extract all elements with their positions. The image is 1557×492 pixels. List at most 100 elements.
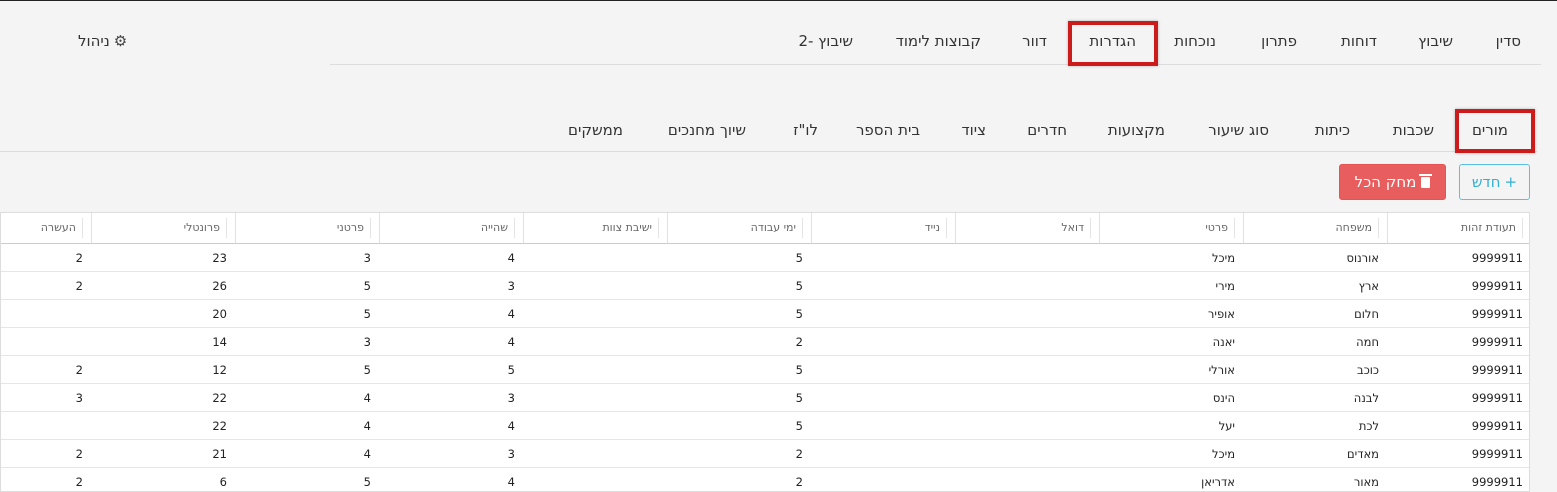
table-row[interactable]: 9999911 ארץ מירי 5 3 5 26 2 bbox=[1, 272, 1529, 300]
cell-individual: 5 bbox=[363, 475, 371, 489]
subnav-classes[interactable]: כיתות bbox=[1315, 121, 1350, 139]
cell-firstname: אדריאן bbox=[1201, 475, 1235, 489]
cell-workdays: 5 bbox=[795, 419, 803, 433]
plus-icon: + bbox=[1504, 173, 1518, 191]
col-header-enrichment[interactable]: העשרה bbox=[1, 213, 91, 243]
subnav-grades[interactable]: שכבות bbox=[1393, 121, 1434, 139]
cell-enrichment: 2 bbox=[75, 475, 83, 489]
new-button[interactable]: + חדש bbox=[1459, 164, 1530, 200]
col-header-firstname[interactable]: פרטי bbox=[1099, 213, 1243, 243]
cell-stay: 3 bbox=[507, 447, 515, 461]
cell-mobile bbox=[811, 440, 955, 467]
cell-individual: 5 bbox=[363, 363, 371, 377]
cell-mobile bbox=[811, 328, 955, 355]
cell-email bbox=[955, 244, 1099, 271]
cell-frontal: 22 bbox=[212, 419, 227, 433]
table-row[interactable]: 9999911 אורנוס מיכל 5 4 3 23 2 bbox=[1, 244, 1529, 272]
cell-firstname: מיכל bbox=[1212, 251, 1235, 265]
nav-item-mail[interactable]: דוור bbox=[1022, 32, 1047, 50]
cell-lastname: לכת bbox=[1358, 419, 1379, 433]
col-header-frontal[interactable]: פרונטלי bbox=[91, 213, 235, 243]
subnav-subjects[interactable]: מקצועות bbox=[1108, 121, 1165, 139]
cell-workdays: 5 bbox=[795, 391, 803, 405]
table-row[interactable]: 9999911 חלום אופיר 5 4 5 20 bbox=[1, 300, 1529, 328]
table-header: תעודת זהות משפחה פרטי דואל נייד ימי עבוד… bbox=[1, 213, 1529, 244]
cell-id: 9999911 bbox=[1471, 447, 1523, 461]
nav-item-reports[interactable]: דוחות bbox=[1341, 32, 1377, 50]
col-header-stay[interactable]: שהייה bbox=[379, 213, 523, 243]
cell-stay: 5 bbox=[507, 363, 515, 377]
table-row[interactable]: 9999911 מאדים מיכל 2 3 4 21 2 bbox=[1, 440, 1529, 468]
subnav-lesson-type[interactable]: סוג שיעור bbox=[1208, 121, 1269, 139]
col-header-staff-meeting[interactable]: ישיבת צוות bbox=[523, 213, 667, 243]
nav-item-shibutz-2[interactable]: שיבוץ -2 bbox=[798, 32, 853, 50]
col-header-id[interactable]: תעודת זהות bbox=[1387, 213, 1529, 243]
subnav-school[interactable]: בית הספר bbox=[856, 121, 920, 139]
cell-staff-meeting bbox=[523, 468, 667, 491]
trash-icon bbox=[1419, 173, 1433, 188]
table-row[interactable]: 9999911 כוכב אורלי 5 5 5 12 2 bbox=[1, 356, 1529, 384]
cell-staff-meeting bbox=[523, 412, 667, 439]
cell-email bbox=[955, 328, 1099, 355]
cell-mobile bbox=[811, 468, 955, 491]
cell-mobile bbox=[811, 244, 955, 271]
nav-item-solution[interactable]: פתרון bbox=[1261, 32, 1297, 50]
subnav-equipment[interactable]: ציוד bbox=[961, 121, 986, 139]
cell-email bbox=[955, 412, 1099, 439]
cell-workdays: 5 bbox=[795, 363, 803, 377]
nav-item-attendance[interactable]: נוכחות bbox=[1174, 32, 1216, 50]
teachers-table: תעודת זהות משפחה פרטי דואל נייד ימי עבוד… bbox=[0, 212, 1530, 492]
subnav-rooms[interactable]: חדרים bbox=[1027, 121, 1067, 139]
subnav-homeroom[interactable]: שיוך מחנכים bbox=[668, 121, 746, 139]
nav-item-sadin[interactable]: סדין bbox=[1496, 32, 1521, 50]
cell-email bbox=[955, 272, 1099, 299]
cell-enrichment bbox=[1, 328, 91, 355]
cell-firstname: אורלי bbox=[1208, 363, 1235, 377]
cell-stay: 4 bbox=[507, 335, 515, 349]
cell-stay: 3 bbox=[507, 279, 515, 293]
col-header-workdays[interactable]: ימי עבודה bbox=[667, 213, 811, 243]
cell-firstname: אופיר bbox=[1207, 307, 1235, 321]
cell-workdays: 5 bbox=[795, 251, 803, 265]
cell-frontal: 20 bbox=[212, 307, 227, 321]
cell-email bbox=[955, 384, 1099, 411]
cell-lastname: לבנה bbox=[1353, 391, 1379, 405]
nav-item-shibutz[interactable]: שיבוץ bbox=[1418, 32, 1453, 50]
nav-item-study-groups[interactable]: קבוצות לימוד bbox=[896, 32, 981, 50]
col-header-email[interactable]: דואל bbox=[955, 213, 1099, 243]
table-row[interactable]: 9999911 חמה יאנה 2 4 3 14 bbox=[1, 328, 1529, 356]
clear-all-button[interactable]: מחק הכל bbox=[1339, 164, 1446, 200]
cell-stay: 4 bbox=[507, 419, 515, 433]
cell-mobile bbox=[811, 272, 955, 299]
settings-highlight-box bbox=[1068, 21, 1158, 66]
cell-individual: 3 bbox=[363, 251, 371, 265]
table-row[interactable]: 9999911 מאור אדריאן 2 4 5 6 2 bbox=[1, 468, 1529, 491]
admin-link[interactable]: ⚙ ניהול bbox=[78, 31, 127, 51]
cell-enrichment: 3 bbox=[75, 391, 83, 405]
cell-stay: 3 bbox=[507, 391, 515, 405]
cell-firstname: מיכל bbox=[1212, 447, 1235, 461]
cell-frontal: 26 bbox=[212, 279, 227, 293]
cell-staff-meeting bbox=[523, 272, 667, 299]
subnav-interfaces[interactable]: ממשקים bbox=[568, 121, 623, 139]
cell-individual: 5 bbox=[363, 279, 371, 293]
col-header-mobile[interactable]: נייד bbox=[811, 213, 955, 243]
cell-lastname: ארץ bbox=[1358, 279, 1379, 293]
cell-lastname: מאור bbox=[1353, 475, 1379, 489]
cell-staff-meeting bbox=[523, 440, 667, 467]
cell-stay: 4 bbox=[507, 251, 515, 265]
cell-mobile bbox=[811, 412, 955, 439]
cell-email bbox=[955, 468, 1099, 491]
table-row[interactable]: 9999911 לבנה הינס 5 3 4 22 3 bbox=[1, 384, 1529, 412]
subnav-schedule[interactable]: לו"ז bbox=[793, 121, 818, 139]
cell-enrichment: 2 bbox=[75, 363, 83, 377]
col-header-lastname[interactable]: משפחה bbox=[1243, 213, 1387, 243]
col-header-individual[interactable]: פרטני bbox=[235, 213, 379, 243]
table-row[interactable]: 9999911 לכת יעל 5 4 4 22 bbox=[1, 412, 1529, 440]
cell-enrichment bbox=[1, 412, 91, 439]
cell-mobile bbox=[811, 384, 955, 411]
cell-individual: 5 bbox=[363, 307, 371, 321]
cell-frontal: 12 bbox=[212, 363, 227, 377]
cell-individual: 4 bbox=[363, 391, 371, 405]
cell-mobile bbox=[811, 356, 955, 383]
